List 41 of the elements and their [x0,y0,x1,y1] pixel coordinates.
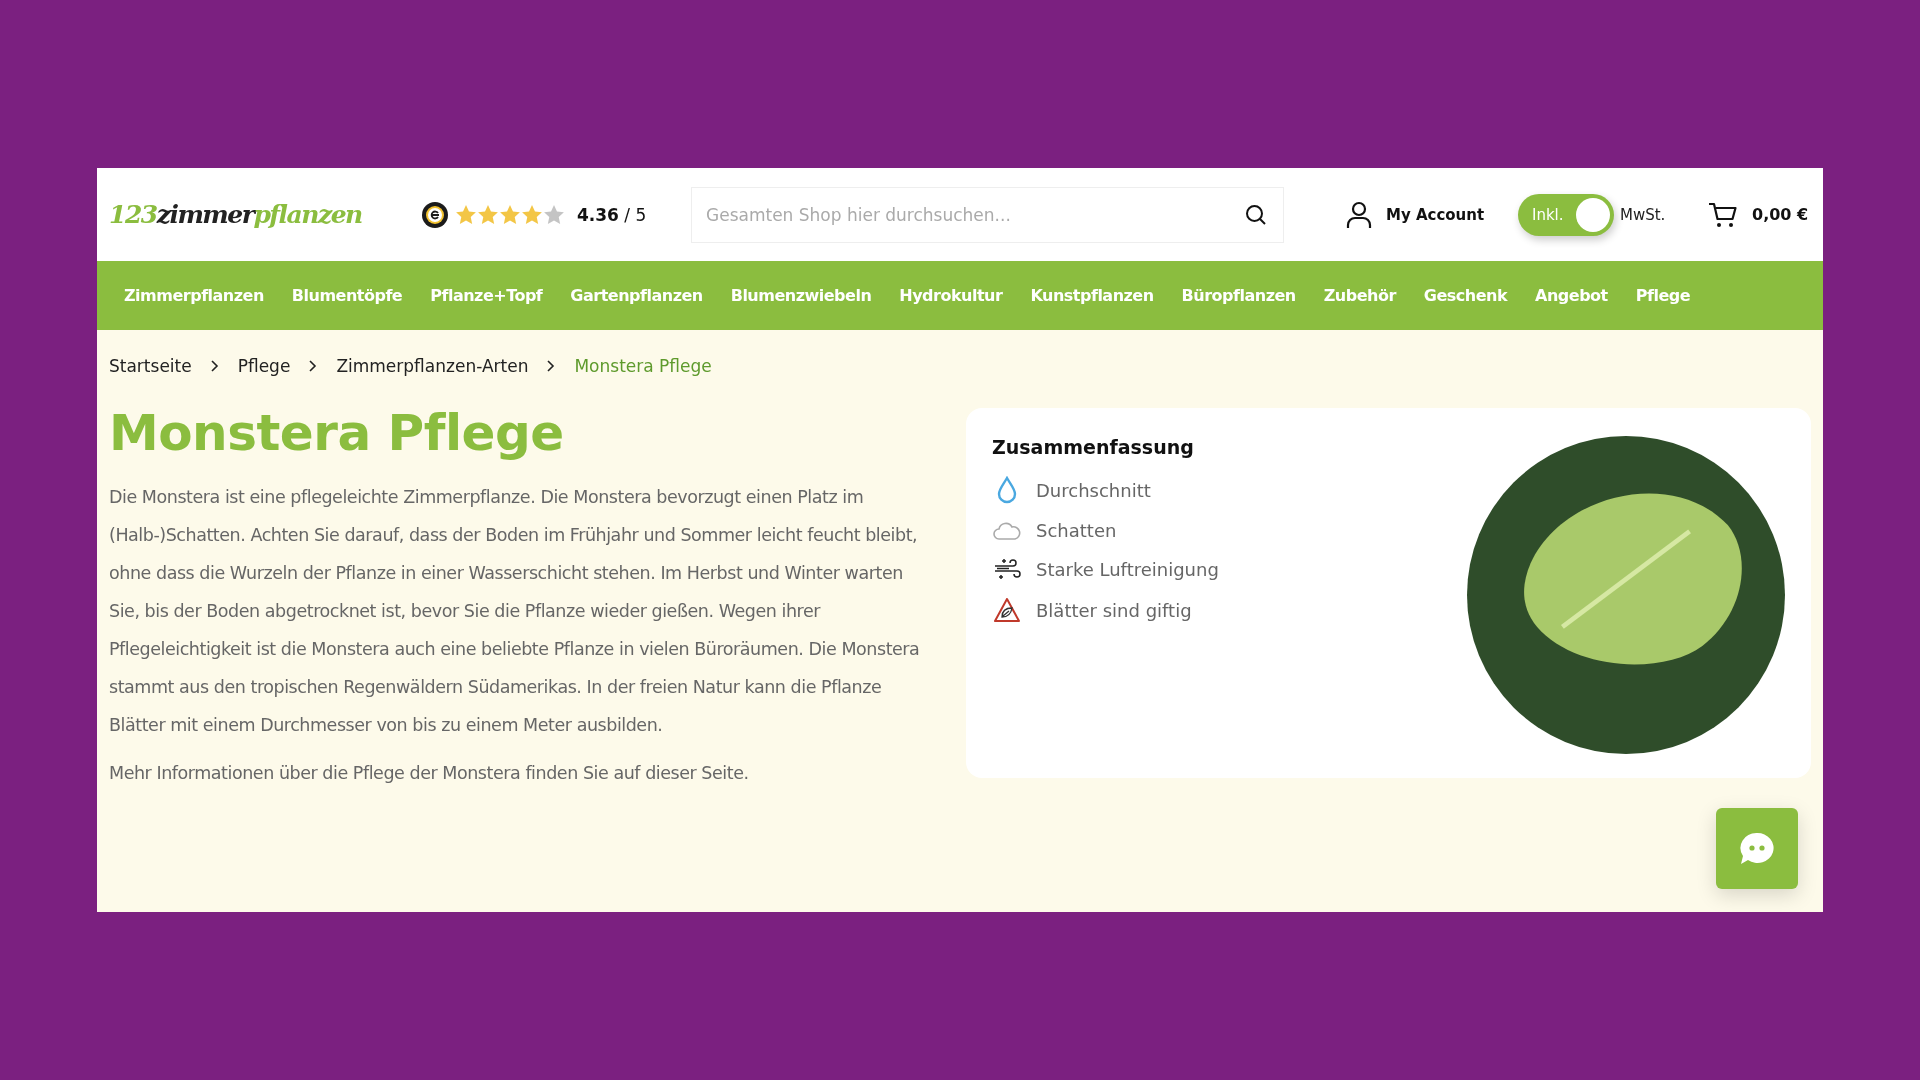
vat-label: MwSt. [1620,205,1666,224]
cart-icon[interactable] [1708,200,1738,229]
breadcrumb-link[interactable]: Pflege [237,356,291,376]
chevron-icon [546,359,557,373]
wind-icon [992,557,1022,581]
breadcrumb-link[interactable]: Monstera Pflege [574,356,712,376]
search-field[interactable]: Gesamten Shop hier durchsuchen... [691,186,1284,243]
warning-leaf-icon [992,597,1022,623]
cloud-icon [992,520,1022,541]
nav-link[interactable]: Blumenzwiebeln [730,286,872,305]
nav-link[interactable]: Pflanze+Topf [430,286,543,305]
chevron-icon [209,359,220,373]
breadcrumb-link[interactable]: Zimmerpflanzen-Arten [336,356,529,376]
vat-toggle[interactable]: Inkl. [1518,193,1614,236]
summary-item: Starke Luftreinigung [1036,558,1219,580]
nav-link[interactable]: Blumentöpfe [291,286,403,305]
body-paragraph: Die Monstera ist eine pflegeleichte Zimmerpflanze. Die Monstera bevorzugt einen Platz im (Halb-)Schatten. Achten Sie darauf, dass der Boden im Frühjahr und Sommer leicht feucht bleibt, ohne dass die Wurzeln der Pflanze in einer Wasserschicht stehen. Im Herbst und Winter warten Sie, bis der Boden abgetrocknet ist, bevor Sie die Pflanze wieder gießen. Wegen ihrer Pflegeleichtigkeit ist die Monstera auch eine beliebte Pflanze in vielen Büroräumen. Die Monstera stammt aus den tropischen Regenwäldern Südamerikas. In der freien Natur kann die Pflanze Blätter mit einem Durchmesser von bis zu einem Meter ausbilden. [109,486,921,737]
nav-link[interactable]: Gartenpflanzen [570,286,703,305]
nav-link[interactable]: Büropflanzen [1181,286,1296,305]
page-title: Monstera Pflege [109,404,565,462]
nav-link[interactable]: Angebot [1535,286,1608,305]
nav-link[interactable]: Zubehör [1323,286,1396,305]
site-logo[interactable]: 123zimmerpflanzen [109,200,409,229]
chevron-icon [308,359,319,373]
nav-link[interactable]: Pflege [1635,286,1691,305]
trust-seal-icon [421,200,449,229]
breadcrumb-link[interactable]: Startseite [109,356,192,376]
body-paragraph: Mehr Informationen über die Pflege der Monstera finden Sie auf dieser Seite. [109,762,750,785]
account-link[interactable]: My Account [1386,205,1485,224]
user-icon[interactable] [1346,200,1372,229]
cart-total[interactable]: 0,00 € [1752,205,1809,224]
summary-item: Durchschnitt [1036,479,1151,501]
search-icon[interactable] [1244,202,1268,227]
rating-score: 4.36 / 5 [577,204,647,225]
summary-item: Schatten [1036,520,1117,541]
nav-link[interactable]: Hydrokultur [899,286,1003,305]
nav-link[interactable]: Kunstpflanzen [1030,286,1154,305]
nav-link[interactable]: Zimmerpflanzen [124,286,264,305]
summary-title: Zusammenfassung [992,436,1195,458]
summary-item: Blätter sind giftig [1036,599,1192,621]
nav-link[interactable]: Geschenk [1423,286,1508,305]
